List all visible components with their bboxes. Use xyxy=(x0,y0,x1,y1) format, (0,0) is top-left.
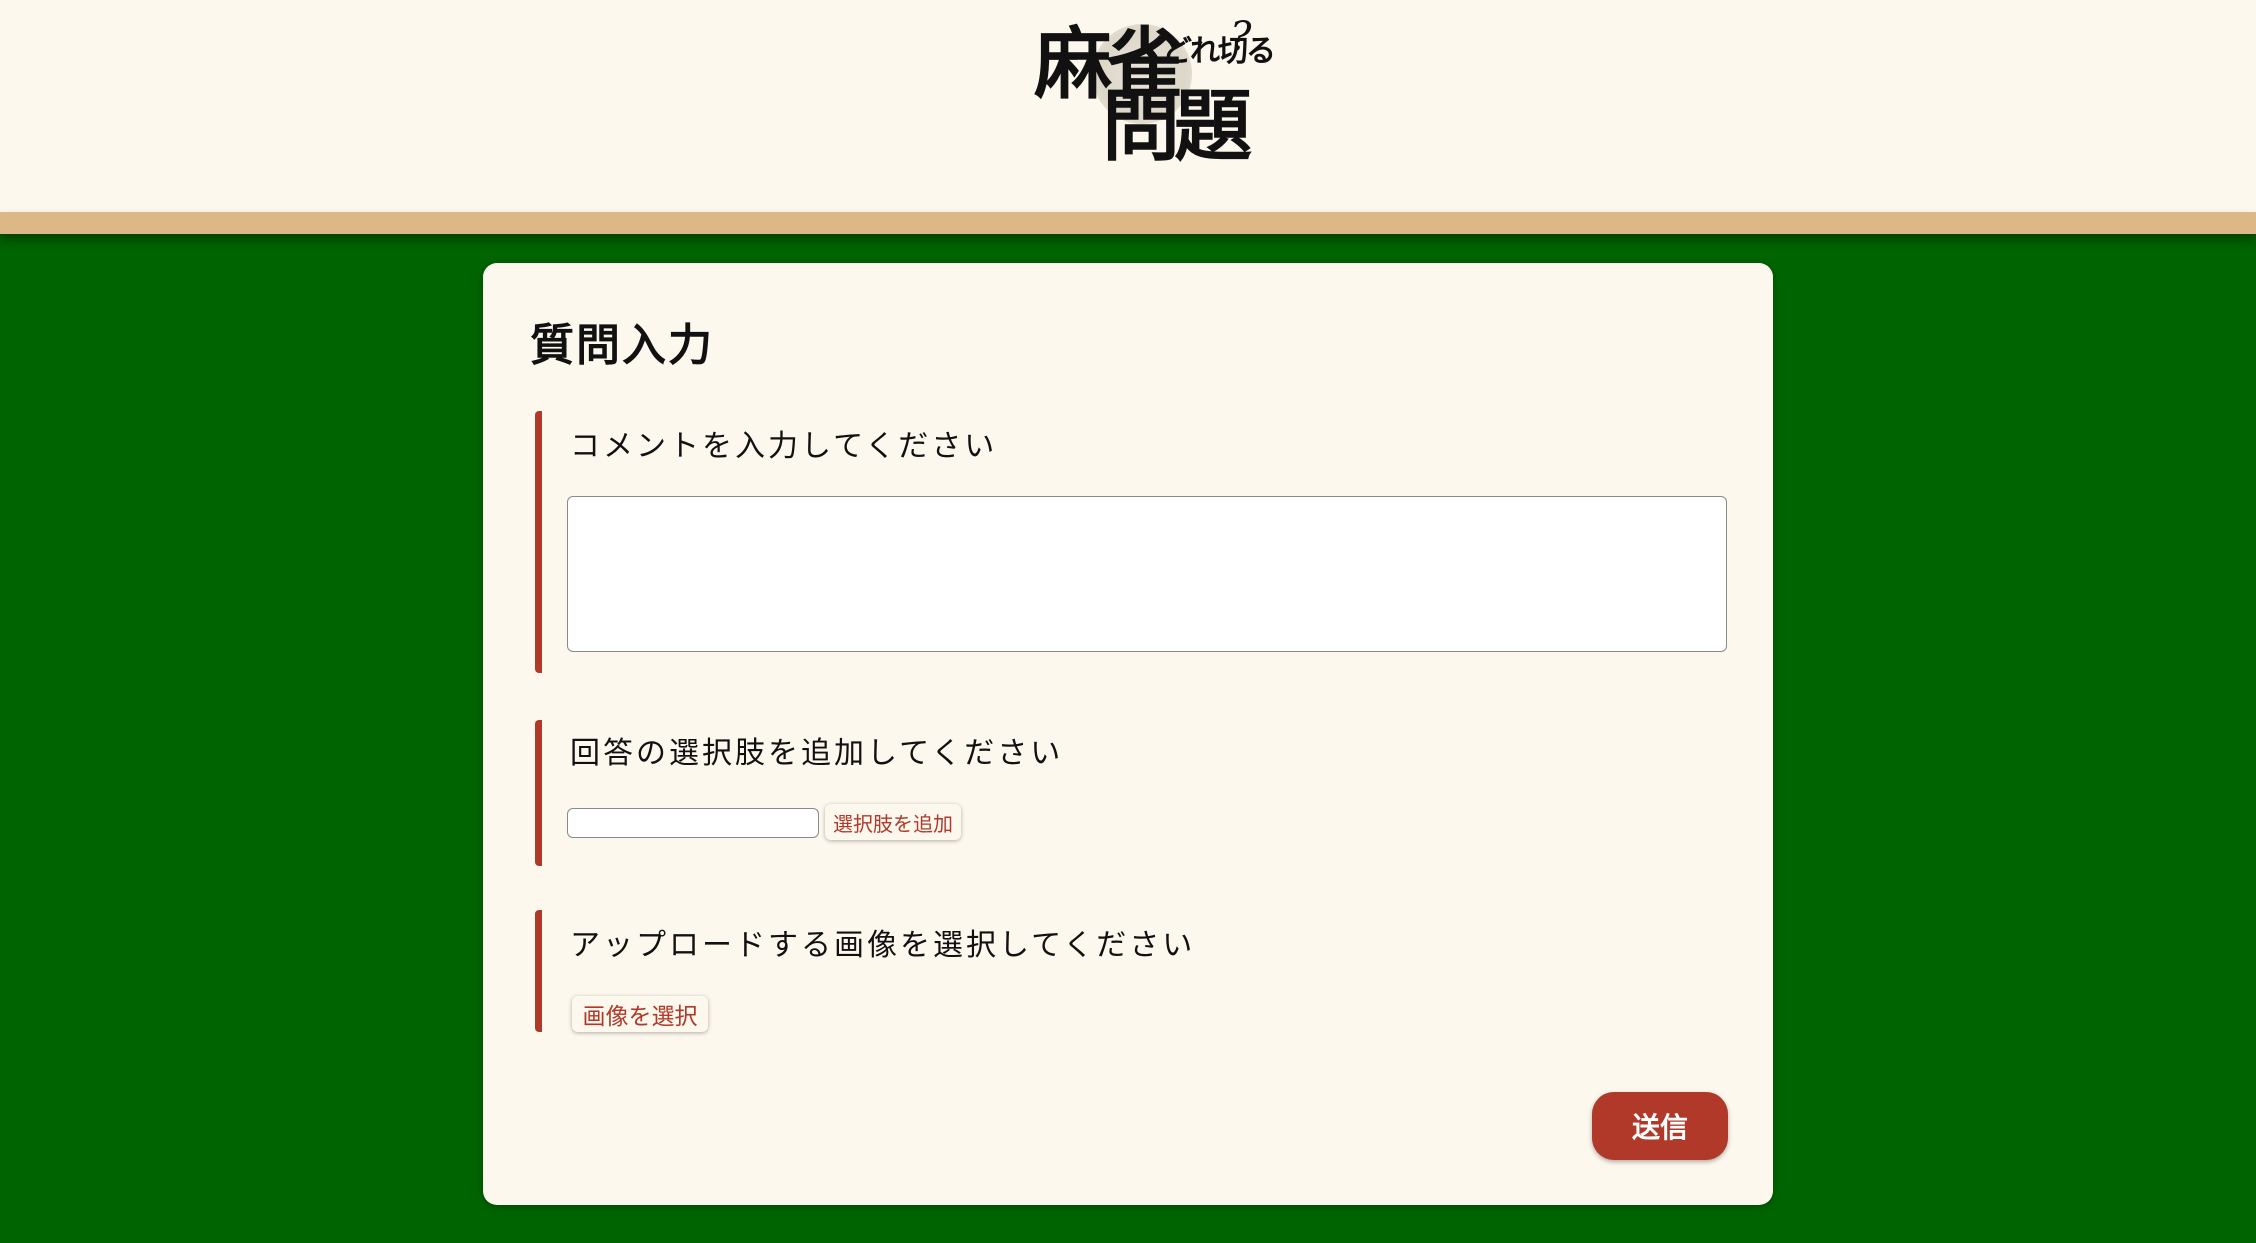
question-form-card: 質問入力 コメントを入力してください 回答の選択肢を追加してください 選択肢を追… xyxy=(483,263,1773,1205)
site-logo[interactable]: 麻雀 問題 どれ切る ? xyxy=(1034,14,1276,166)
comment-section: コメントを入力してください xyxy=(535,411,1734,673)
logo-question-mark: ? xyxy=(1230,14,1252,60)
comment-label: コメントを入力してください xyxy=(570,429,998,464)
image-label: アップロードする画像を選択してください xyxy=(570,928,1196,963)
choice-input[interactable] xyxy=(567,808,819,838)
header-divider-band xyxy=(0,212,2256,234)
page-title: 質問入力 xyxy=(530,320,714,371)
logo-tagline: どれ切る xyxy=(1162,34,1276,69)
logo-text-line2: 問題 xyxy=(1102,81,1252,172)
submit-button[interactable]: 送信 xyxy=(1592,1092,1728,1160)
select-image-button[interactable]: 画像を選択 xyxy=(572,996,708,1032)
choices-label: 回答の選択肢を追加してください xyxy=(570,736,1064,771)
choices-section: 回答の選択肢を追加してください 選択肢を追加 xyxy=(535,720,1734,866)
add-choice-button[interactable]: 選択肢を追加 xyxy=(825,804,961,840)
comment-textarea[interactable] xyxy=(567,496,1727,652)
image-section: アップロードする画像を選択してください 画像を選択 xyxy=(535,910,1734,1032)
site-header: 麻雀 問題 どれ切る ? xyxy=(0,0,2256,212)
